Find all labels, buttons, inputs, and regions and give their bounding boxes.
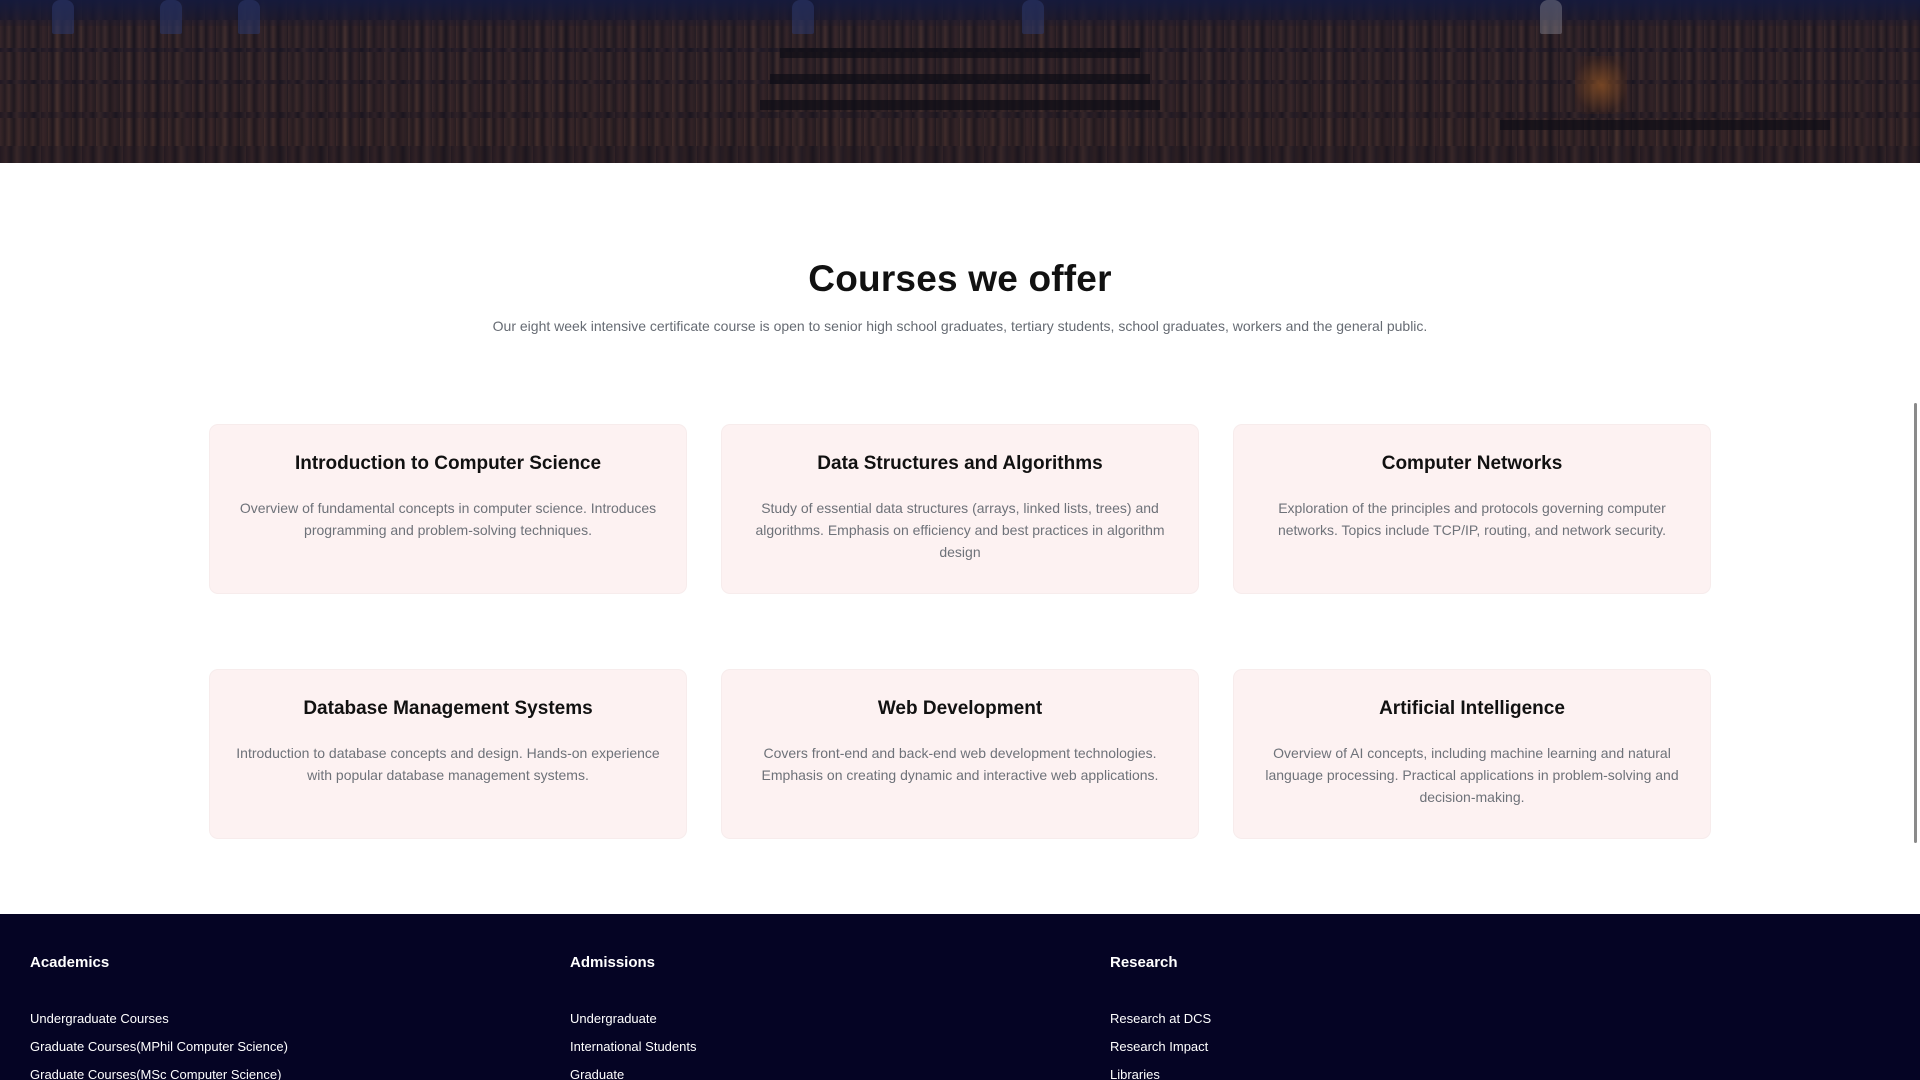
- footer-heading: Research: [1110, 954, 1178, 971]
- course-card-intro-cs: Introduction to Computer Science Overvie…: [210, 425, 686, 593]
- footer-column-research: Research Research at DCS Research Impact…: [1110, 954, 1211, 1080]
- course-card-description: Exploration of the principles and protoc…: [1277, 500, 1667, 538]
- course-card-computer-networks: Computer Networks Exploration of the pri…: [1234, 425, 1710, 593]
- footer-column-academics: Academics Undergraduate Courses Graduate…: [30, 954, 288, 1080]
- course-card-description: Covers front-end and back-end web develo…: [761, 745, 1159, 783]
- courses-section-subtitle: Our eight week intensive certificate cou…: [492, 318, 1428, 334]
- footer-heading: Academics: [30, 954, 110, 971]
- page-scrollbar-thumb[interactable]: [1914, 403, 1917, 843]
- course-card-title: Database Management Systems: [303, 698, 593, 719]
- footer-link-graduate[interactable]: Graduate: [570, 1061, 696, 1080]
- footer-column-admissions: Admissions Undergraduate International S…: [570, 954, 696, 1080]
- footer-link-graduate-mphil[interactable]: Graduate Courses(MPhil Computer Science): [30, 1033, 288, 1061]
- hero-banner-image: [0, 0, 1920, 163]
- course-card-description: Introduction to database concepts and de…: [236, 745, 660, 783]
- course-card-title: Computer Networks: [1381, 453, 1563, 474]
- course-card-description: Study of essential data structures (arra…: [755, 500, 1165, 560]
- footer-link-research-impact[interactable]: Research Impact: [1110, 1033, 1211, 1061]
- footer-link-graduate-msc[interactable]: Graduate Courses(MSc Computer Science): [30, 1061, 288, 1080]
- course-card-artificial-intelligence: Artificial Intelligence Overview of AI c…: [1234, 670, 1710, 838]
- footer-link-libraries[interactable]: Libraries: [1110, 1061, 1211, 1080]
- course-card-web-development: Web Development Covers front-end and bac…: [722, 670, 1198, 838]
- course-card-title: Web Development: [877, 698, 1043, 719]
- site-footer: Academics Undergraduate Courses Graduate…: [0, 914, 1920, 1080]
- footer-link-research-at-dcs[interactable]: Research at DCS: [1110, 1005, 1211, 1033]
- course-card-title: Introduction to Computer Science: [294, 453, 602, 474]
- footer-link-international-students[interactable]: International Students: [570, 1033, 696, 1061]
- footer-link-undergraduate[interactable]: Undergraduate: [570, 1005, 696, 1033]
- courses-section-title: Courses we offer: [808, 258, 1112, 299]
- footer-heading: Admissions: [570, 954, 656, 971]
- course-card-database-systems: Database Management Systems Introduction…: [210, 670, 686, 838]
- footer-link-undergraduate-courses[interactable]: Undergraduate Courses: [30, 1005, 288, 1033]
- course-card-data-structures: Data Structures and Algorithms Study of …: [722, 425, 1198, 593]
- course-card-title: Artificial Intelligence: [1379, 698, 1565, 719]
- course-card-description: Overview of AI concepts, including machi…: [1265, 745, 1679, 805]
- page: Courses we offer Our eight week intensiv…: [0, 0, 1920, 1080]
- course-card-description: Overview of fundamental concepts in comp…: [239, 500, 657, 538]
- course-card-title: Data Structures and Algorithms: [817, 453, 1103, 474]
